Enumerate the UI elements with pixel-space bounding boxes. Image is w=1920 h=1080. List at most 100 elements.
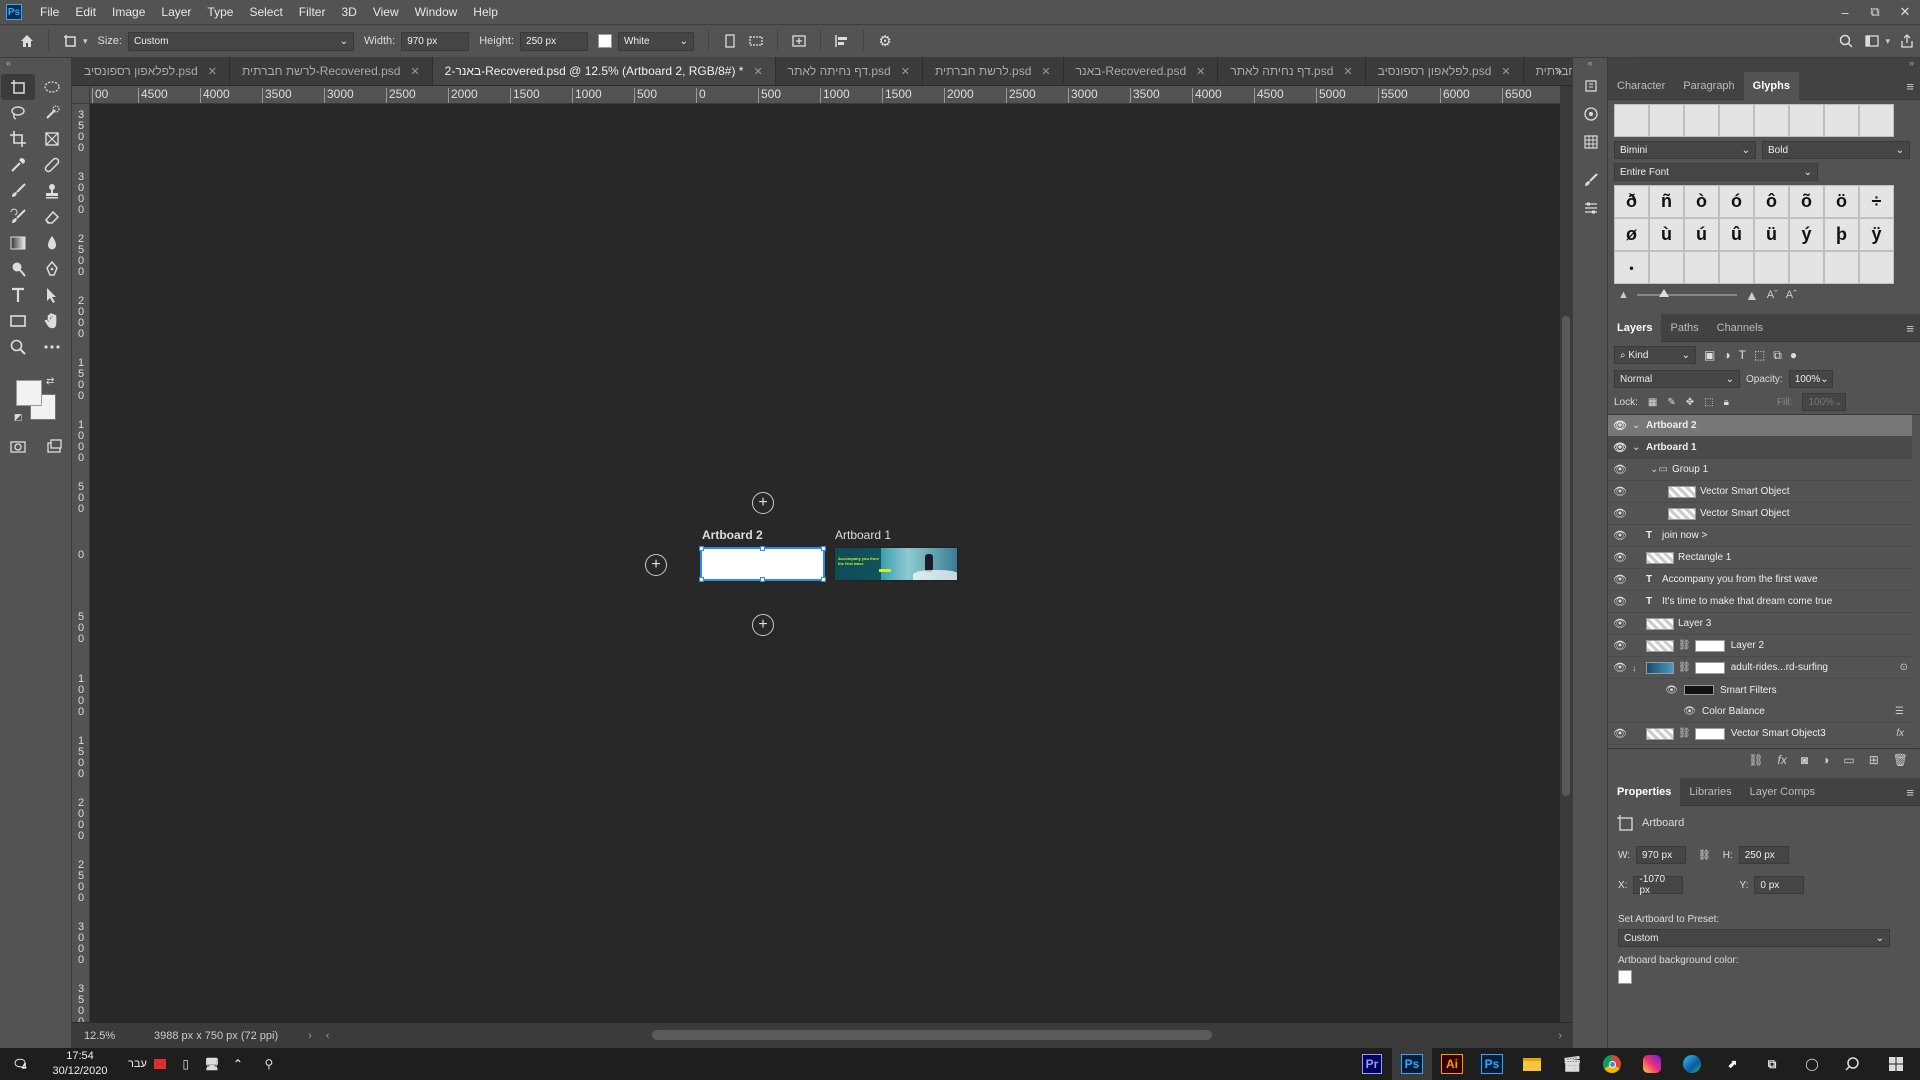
scroll-left-icon[interactable]: ‹ <box>326 1030 330 1042</box>
link-layers-icon[interactable]: ⛓︎ <box>1748 753 1763 767</box>
glyph-cell[interactable]: ÿ <box>1859 218 1894 251</box>
chevron-down-icon[interactable]: ▾ <box>1885 36 1890 47</box>
visibility-eye-icon[interactable]: 👁︎ <box>1608 573 1632 586</box>
layer-row[interactable]: 👁︎ Color Balance ☰ <box>1608 701 1912 723</box>
glyph-cell[interactable] <box>1859 104 1894 137</box>
layer-row[interactable]: 👁︎ ↓ ⛓︎ adult-rides...rd-surfing ⊙ <box>1608 657 1912 679</box>
visibility-eye-icon[interactable]: 👁︎ <box>1608 529 1632 542</box>
adjustments-icon[interactable] <box>1573 194 1609 222</box>
artboard-2[interactable] <box>699 546 826 582</box>
eraser-icon[interactable] <box>35 204 69 230</box>
close-icon[interactable]: ✕ <box>1343 65 1352 78</box>
acrobat-icon[interactable]: ⬈ <box>1712 1048 1752 1080</box>
gradient-icon[interactable] <box>1 230 35 256</box>
trash-icon[interactable]: 🗑︎ <box>1893 753 1908 767</box>
close-icon[interactable]: ✕ <box>901 65 910 78</box>
chevron-down-icon[interactable]: ⌄ <box>1632 442 1646 453</box>
collapse-arrows-icon[interactable]: « <box>1573 58 1607 72</box>
add-artboard-top-icon[interactable]: + <box>752 492 774 514</box>
horizontal-scrollbar[interactable] <box>652 1030 1212 1040</box>
visibility-eye-icon[interactable]: 👁︎ <box>1608 595 1632 608</box>
glyph-cell[interactable] <box>1649 104 1684 137</box>
tab-document-6[interactable]: באנר-Recovered.psd ✕ <box>1063 57 1219 85</box>
y-input[interactable]: 0 px <box>1754 876 1805 894</box>
video-editor-icon[interactable]: 🎬︎ <box>1552 1048 1592 1080</box>
glyph-cell[interactable]: õ <box>1789 185 1824 218</box>
close-button[interactable]: ✕ <box>1890 0 1920 24</box>
lock-pixels-icon[interactable]: ✎ <box>1667 397 1675 408</box>
swatches-panel-icon[interactable] <box>1573 128 1609 156</box>
blur-icon[interactable] <box>35 230 69 256</box>
type-icon[interactable] <box>1 282 35 308</box>
tab-channels[interactable]: Channels <box>1708 314 1772 342</box>
filter-pixel-icon[interactable]: ▣ <box>1704 348 1715 362</box>
glyph-cell[interactable]: ø <box>1614 218 1649 251</box>
edge-icon[interactable] <box>1672 1048 1712 1080</box>
tab-document-8[interactable]: לפלאפון רספונסיב.psd ✕ <box>1365 57 1524 85</box>
tab-paragraph[interactable]: Paragraph <box>1674 72 1743 100</box>
file-explorer-icon[interactable] <box>1512 1048 1552 1080</box>
swap-colors-icon[interactable]: ⇄ <box>46 376 54 387</box>
search-icon[interactable] <box>1833 29 1859 53</box>
task-view-icon[interactable]: ⧉ <box>1752 1048 1792 1080</box>
fx-icon[interactable]: fx <box>1896 728 1904 739</box>
healing-brush-icon[interactable] <box>35 152 69 178</box>
link-icon[interactable]: ⛓︎ <box>1698 850 1711 861</box>
quick-mask-icon[interactable] <box>1 434 35 460</box>
home-icon[interactable] <box>14 29 40 53</box>
visibility-eye-icon[interactable]: 👁︎ <box>1608 617 1632 630</box>
show-select[interactable]: Entire Font ⌄ <box>1614 163 1818 181</box>
tab-document-4[interactable]: דף נחיתה לאתר.psd ✕ <box>775 57 923 85</box>
glyph-cell[interactable]: ù <box>1649 218 1684 251</box>
width-input[interactable]: 970 px <box>1636 846 1687 864</box>
resize-handle[interactable] <box>760 577 765 582</box>
premiere-icon[interactable]: Pr <box>1352 1048 1392 1080</box>
more-tools-icon[interactable] <box>35 334 69 360</box>
cortana-icon[interactable]: ◯ <box>1792 1048 1832 1080</box>
restore-button[interactable]: ⧉ <box>1860 0 1890 24</box>
elliptical-marquee-icon[interactable] <box>35 74 69 100</box>
gear-icon[interactable]: ⚙ <box>872 29 898 53</box>
artboard-tool-preset-icon[interactable] <box>57 29 83 53</box>
fill-input[interactable]: 100% ⌄ <box>1802 393 1847 411</box>
layer-row[interactable]: 👁︎ ⌄ Artboard 2 <box>1608 415 1912 437</box>
chrome-icon[interactable] <box>1592 1048 1632 1080</box>
width-input[interactable]: 970 px <box>401 31 470 51</box>
visibility-eye-icon[interactable]: 👁︎ <box>1608 639 1632 652</box>
folder-icon[interactable]: ⌄▭ <box>1632 464 1672 475</box>
menu-layer[interactable]: Layer <box>153 0 199 24</box>
color-panel-icon[interactable] <box>1573 100 1609 128</box>
share-icon[interactable] <box>1894 29 1920 53</box>
chevron-down-icon[interactable]: ⌄ <box>1632 420 1646 431</box>
visibility-eye-icon[interactable]: 👁︎ <box>1608 419 1632 432</box>
foreground-color[interactable] <box>16 380 42 406</box>
menu-image[interactable]: Image <box>104 0 153 24</box>
landscape-orientation-icon[interactable] <box>743 29 769 53</box>
path-selection-icon[interactable] <box>35 282 69 308</box>
menu-help[interactable]: Help <box>465 0 506 24</box>
search-icon[interactable] <box>1832 1048 1872 1080</box>
tab-glyphs[interactable]: Glyphs <box>1743 71 1799 100</box>
panel-menu-icon[interactable]: ≡ <box>1906 79 1914 94</box>
layer-row[interactable]: 👁︎ ⌄▭ Group 1 <box>1608 459 1912 481</box>
filter-shape-icon[interactable]: ⬚ <box>1754 348 1765 362</box>
layer-row[interactable]: 👁︎ Rectangle 1 <box>1608 547 1912 569</box>
glyph-cell[interactable]: • <box>1614 251 1649 284</box>
minimize-button[interactable]: – <box>1830 0 1860 24</box>
glyph-cell[interactable]: þ <box>1824 218 1859 251</box>
font-size-down-icon[interactable]: Aˇ <box>1767 289 1778 301</box>
height-input[interactable]: 250 px <box>520 31 589 51</box>
tab-document-1[interactable]: לפלאפון רספונסיב.psd ✕ <box>72 57 230 85</box>
glyph-cell[interactable] <box>1614 104 1649 137</box>
eyedropper-icon[interactable] <box>1 152 35 178</box>
crop-icon[interactable] <box>1 126 35 152</box>
font-style-select[interactable]: Bold ⌄ <box>1762 141 1910 159</box>
collapse-arrows-icon[interactable]: » <box>1608 58 1920 72</box>
panel-menu-icon[interactable]: ≡ <box>1906 321 1914 336</box>
resize-handle[interactable] <box>821 546 826 551</box>
artboard-bg-swatch[interactable] <box>1618 970 1632 984</box>
tab-layers[interactable]: Layers <box>1608 313 1662 342</box>
filter-adjustment-icon[interactable]: ◑ <box>1723 348 1730 362</box>
visibility-eye-icon[interactable]: 👁︎ <box>1608 685 1678 696</box>
glyph-cell[interactable] <box>1754 251 1789 284</box>
